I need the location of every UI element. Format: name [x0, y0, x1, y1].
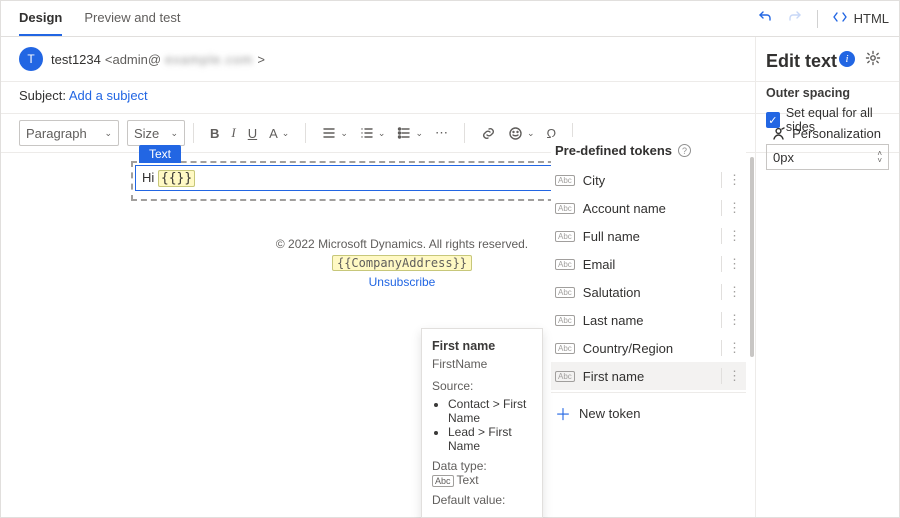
token-label: Account name [583, 201, 666, 216]
plus-icon: ＋ [555, 401, 571, 425]
text-type-icon: Abc [555, 203, 575, 214]
token-more-icon[interactable]: ⋮ [721, 200, 742, 216]
italic-icon[interactable]: I [231, 125, 235, 141]
code-icon [832, 9, 848, 28]
tokens-title: Pre-defined tokens [555, 143, 672, 158]
right-pane: Edit text Outer spacing ✓ Set equal for … [755, 37, 899, 517]
text-type-icon: Abc [555, 231, 575, 242]
redo-icon[interactable] [787, 9, 803, 28]
token-label: Last name [583, 313, 644, 328]
emoji-icon[interactable]: ⌄ [508, 126, 535, 141]
text-type-icon: Abc [555, 259, 575, 270]
text-type-icon: Abc [555, 315, 575, 326]
pop-source-item: Lead > First Name [448, 425, 532, 453]
token-label: City [583, 173, 605, 188]
token-row[interactable]: Abc Account name ⋮ [551, 194, 746, 222]
token-more-icon[interactable]: ⋮ [721, 368, 742, 384]
tab-preview[interactable]: Preview and test [84, 1, 180, 36]
token-more-icon[interactable]: ⋮ [721, 284, 742, 300]
token-more-icon[interactable]: ⋮ [721, 312, 742, 328]
size-label: Size [134, 126, 159, 141]
new-token-label: New token [579, 406, 640, 421]
tokens-panel: Pre-defined tokens ? Abc City ⋮ Abc Account … [551, 137, 746, 433]
sender-name: test1234 [51, 52, 101, 67]
token-more-icon[interactable]: ⋮ [721, 256, 742, 272]
token-placeholder[interactable]: {{}} [158, 170, 195, 187]
token-detail-popover: First name FirstName Source: Contact > F… [421, 328, 543, 518]
align-icon[interactable]: ⌄ [322, 126, 348, 140]
avatar: T [19, 47, 43, 71]
subject-link[interactable]: Add a subject [69, 88, 148, 103]
spacing-input[interactable]: 0px ˄˅ [766, 144, 889, 170]
token-label: Email [583, 257, 616, 272]
html-toggle[interactable]: HTML [832, 9, 889, 28]
pop-datatype: Data type: AbcText [432, 459, 532, 487]
token-more-icon[interactable]: ⋮ [721, 340, 742, 356]
pop-source-item: Contact > First Name [448, 397, 532, 425]
link-icon[interactable] [481, 126, 496, 141]
rp-title: Edit text [766, 51, 889, 72]
text-type-icon: Abc [555, 343, 575, 354]
text-body: Hi [142, 170, 158, 185]
undo-icon[interactable] [757, 9, 773, 28]
token-row[interactable]: Abc Email ⋮ [551, 250, 746, 278]
token-label: Full name [583, 229, 640, 244]
pop-default-label: Default value: [432, 493, 532, 507]
sender-email-close: > [257, 52, 265, 67]
separator [817, 10, 818, 28]
html-label: HTML [854, 11, 889, 26]
block-chip: Text [139, 145, 181, 163]
font-color-icon[interactable]: A⌄ [269, 126, 289, 141]
token-more-icon[interactable]: ⋮ [721, 228, 742, 244]
help-icon[interactable]: ? [678, 144, 691, 157]
scrollbar[interactable] [750, 157, 754, 357]
more-format-icon[interactable]: ⋯ [435, 125, 448, 141]
sender-email-blur: example.com [165, 52, 253, 67]
new-token-button[interactable]: ＋ New token [551, 392, 746, 433]
token-label: First name [583, 369, 644, 384]
token-row[interactable]: Abc City ⋮ [551, 166, 746, 194]
token-row[interactable]: Abc Last name ⋮ [551, 306, 746, 334]
token-row[interactable]: Abc Country/Region ⋮ [551, 334, 746, 362]
tab-design[interactable]: Design [19, 1, 62, 36]
top-tabs: Design Preview and test HTML [1, 1, 899, 37]
pop-source-label: Source: [432, 379, 532, 393]
footer-token[interactable]: {{CompanyAddress}} [332, 255, 472, 271]
bullet-list-icon[interactable]: ⌄ [397, 126, 423, 140]
text-type-icon: Abc [555, 175, 575, 186]
token-row[interactable]: Abc Salutation ⋮ [551, 278, 746, 306]
token-row[interactable]: Abc Full name ⋮ [551, 222, 746, 250]
token-row[interactable]: Abc First name ⋮ [551, 362, 746, 390]
sender-email-open: <admin@ [105, 52, 161, 67]
token-label: Salutation [583, 285, 641, 300]
text-type-icon: Abc [555, 371, 575, 382]
subject-label: Subject: [19, 88, 66, 103]
paragraph-label: Paragraph [26, 126, 87, 141]
equal-sides-label: Set equal for all sides [786, 106, 889, 134]
underline-icon[interactable]: U [248, 126, 257, 141]
rp-section-label: Outer spacing [766, 86, 889, 100]
pop-title: First name [432, 339, 532, 353]
spacing-value: 0px [773, 150, 794, 165]
pop-token-name: FirstName [432, 357, 532, 371]
token-more-icon[interactable]: ⋮ [721, 172, 742, 188]
text-type-icon: Abc [555, 287, 575, 298]
spinner-icon[interactable]: ˄˅ [877, 150, 882, 164]
equal-sides-checkbox[interactable]: ✓ [766, 112, 780, 128]
paragraph-select[interactable]: Paragraph⌄ [19, 120, 119, 146]
bold-icon[interactable]: B [210, 126, 219, 141]
numbered-list-icon[interactable]: ⌄ [360, 126, 386, 140]
text-type-icon: Abc [432, 475, 454, 487]
size-select[interactable]: Size⌄ [127, 120, 185, 146]
token-label: Country/Region [583, 341, 673, 356]
